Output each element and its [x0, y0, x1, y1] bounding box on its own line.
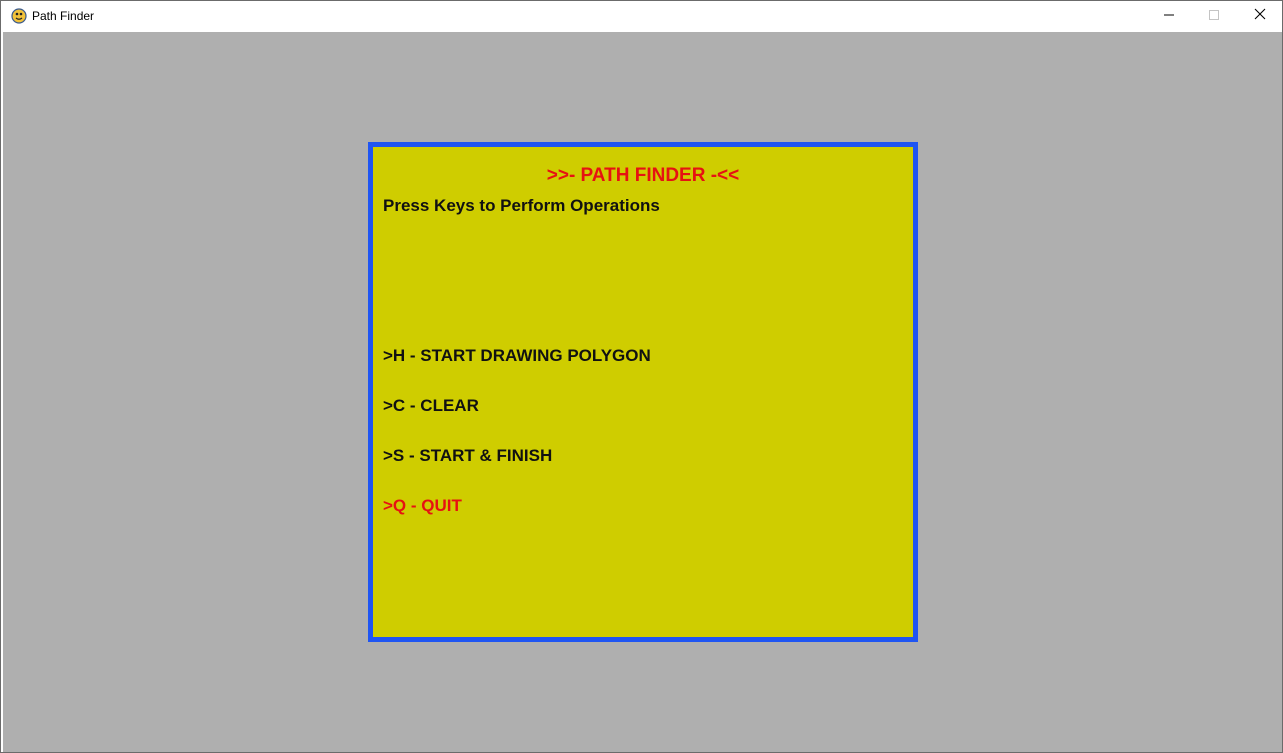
close-icon [1254, 7, 1266, 25]
maximize-icon [1209, 7, 1219, 25]
option-start-finish: >S - START & FINISH [383, 446, 553, 465]
panel-title: >>- PATH FINDER -<< [546, 165, 740, 186]
instructions-panel: >>- PATH FINDER -<< Press Keys to Perfor… [368, 142, 918, 642]
app-window: Path Finder >>- PATH FINDER -<< Press Ke… [0, 0, 1283, 753]
maximize-button[interactable] [1191, 1, 1237, 31]
minimize-button[interactable] [1146, 1, 1192, 31]
pygame-snake-icon [11, 8, 27, 24]
option-quit: >Q - QUIT [383, 496, 462, 515]
title-bar[interactable]: Path Finder [1, 1, 1282, 31]
option-start-drawing-polygon: >H - START DRAWING POLYGON [383, 346, 651, 365]
window-title: Path Finder [32, 9, 95, 23]
minimize-icon [1164, 7, 1174, 25]
game-canvas[interactable]: >>- PATH FINDER -<< Press Keys to Perfor… [3, 32, 1282, 752]
panel-subtitle: Press Keys to Perform Operations [383, 196, 660, 215]
close-button[interactable] [1237, 1, 1283, 31]
option-clear: >C - CLEAR [383, 396, 479, 415]
